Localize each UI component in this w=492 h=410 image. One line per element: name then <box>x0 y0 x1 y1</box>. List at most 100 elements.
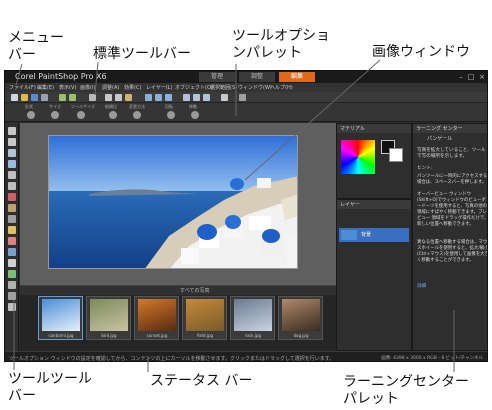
option-move-control[interactable] <box>191 111 199 119</box>
menu-adjust[interactable]: 調整(A) <box>102 84 119 91</box>
organizer-thumbnail[interactable]: field.jpg <box>182 296 227 340</box>
close-icon[interactable]: × <box>478 73 486 81</box>
menu-layers[interactable]: レイヤー(L) <box>146 84 173 91</box>
eraser-tool-icon[interactable] <box>8 237 16 245</box>
organizer-thumbnail[interactable]: sunset.jpg <box>134 296 179 340</box>
callout-learning-center: ラーニングセンター パレット <box>343 374 469 408</box>
copy-icon[interactable] <box>115 94 122 101</box>
organizer-thumbnail[interactable]: bird.jpg <box>86 296 131 340</box>
rotate-icon[interactable] <box>165 94 172 101</box>
new-file-icon[interactable] <box>11 94 18 101</box>
tab-manage[interactable]: 管理 <box>199 72 235 82</box>
santorini-photo <box>49 136 297 268</box>
layers-palette: レイヤー 背景 <box>336 199 412 351</box>
clone-tool-icon[interactable] <box>8 204 16 212</box>
materials-header: マテリアル <box>337 124 411 133</box>
standard-toolbar <box>5 92 487 103</box>
menu-file[interactable]: ファイル(F) <box>9 84 36 91</box>
background-swatch[interactable] <box>389 148 403 162</box>
dropper-tool-icon[interactable] <box>8 303 16 311</box>
option-shape-control[interactable] <box>27 111 35 119</box>
layer-row[interactable]: 背景 <box>339 228 409 242</box>
zoom-in-icon[interactable] <box>183 94 190 101</box>
warp-tool-icon[interactable] <box>8 292 16 300</box>
organizer-thumbnail[interactable]: rock.jpg <box>230 296 275 340</box>
menu-objects[interactable]: オブジェクト(O) <box>175 84 213 91</box>
maximize-icon[interactable]: □ <box>467 73 475 81</box>
option-label-size: サイズ <box>49 104 61 109</box>
tab-adjust[interactable]: 調整 <box>239 72 275 82</box>
learning-center-bullet-1: パンツールに一時的にアクセスする場合は、スペースバーを押します。 <box>417 174 488 185</box>
menu-bar: ファイル(F) 編集(E) 表示(V) 画像(I) 調整(A) 効果(C) レイ… <box>5 83 487 92</box>
learning-center-more-link[interactable]: 詳細 <box>417 284 426 290</box>
organizer-toolbar: すべての写真 <box>20 286 336 295</box>
application-window: Corel PaintShop Pro X6 管理 調整 編集 – □ × ファ… <box>4 70 488 362</box>
option-size-control[interactable] <box>51 111 59 119</box>
shape-tool-icon[interactable] <box>8 270 16 278</box>
tool-options-palette: 形状 サイズ ツールサイズ 縦横比 変更方法 回転 移動 <box>5 103 487 122</box>
save-icon[interactable] <box>31 94 38 101</box>
callout-tool-options: ツールオプショ ンパレット <box>232 28 330 62</box>
thumbnail-image <box>282 299 320 331</box>
scratch-tool-icon[interactable] <box>8 215 16 223</box>
option-method-control[interactable] <box>133 111 141 119</box>
text-tool-icon[interactable] <box>8 259 16 267</box>
minimize-icon[interactable]: – <box>457 73 465 81</box>
menu-selections[interactable]: 選択範囲(S) <box>210 84 237 91</box>
thumbnail-image <box>186 299 224 331</box>
zoom-tool-icon[interactable] <box>8 149 16 157</box>
app-title: Corel PaintShop Pro X6 <box>15 72 107 81</box>
learning-center-hint-label: ヒント: <box>417 166 433 171</box>
flood-fill-icon[interactable] <box>8 248 16 256</box>
menu-window[interactable]: ウィンドウ(W) <box>238 84 272 91</box>
organizer-thumbnail[interactable]: santorini.jpg <box>38 296 83 340</box>
option-tool-size-control[interactable] <box>77 111 85 119</box>
image-window[interactable] <box>48 135 298 269</box>
tools-toolbar <box>5 123 19 351</box>
selection-tool-icon[interactable] <box>8 160 16 168</box>
zoom-out-icon[interactable] <box>193 94 200 101</box>
crop-tool-icon[interactable] <box>8 171 16 179</box>
share-icon[interactable] <box>221 94 228 101</box>
callout-tools-toolbar: ツールツール バー <box>8 371 92 405</box>
callout-tools-toolbar-line2: バー <box>8 388 36 404</box>
option-rotate-control[interactable] <box>167 111 175 119</box>
paint-brush-icon[interactable] <box>8 226 16 234</box>
thumbnail-image <box>138 299 176 331</box>
print-icon[interactable] <box>89 94 96 101</box>
option-aspect-control[interactable] <box>109 111 117 119</box>
paste-icon[interactable] <box>125 94 132 101</box>
organizer-thumbnail[interactable]: dog.jpg <box>278 296 323 340</box>
option-label-aspect: 縦横比 <box>105 104 117 109</box>
color-spectrum[interactable] <box>341 140 375 174</box>
crop-icon[interactable] <box>145 94 152 101</box>
option-label-method: 変更方法 <box>129 104 145 109</box>
menu-help[interactable]: ヘルプ(H) <box>270 84 293 91</box>
learning-center-palette: ラーニング センター パンゲール 写真を拡大していること、ツールで写の場所を示し… <box>412 123 488 351</box>
redo-icon[interactable] <box>69 94 76 101</box>
open-icon[interactable] <box>21 94 28 101</box>
callout-learning-center-line1: ラーニングセンター <box>343 374 469 390</box>
tab-edit[interactable]: 編集 <box>279 72 315 82</box>
undo-icon[interactable] <box>59 94 66 101</box>
callout-standard-toolbar: 標準ツールバー <box>93 46 191 62</box>
option-label-tool-size: ツールサイズ <box>71 104 95 109</box>
thumbnail-name: field.jpg <box>196 333 214 338</box>
menu-edit[interactable]: 編集(E) <box>37 84 54 91</box>
thumbnail-name: rock.jpg <box>245 333 261 338</box>
fit-icon[interactable] <box>203 94 210 101</box>
organizer-collection-label[interactable]: すべての写真 <box>180 287 209 294</box>
cut-icon[interactable] <box>105 94 112 101</box>
pan-tool-icon[interactable] <box>8 138 16 146</box>
menu-effects[interactable]: 効果(C) <box>124 84 141 91</box>
workspace-icon[interactable] <box>239 94 246 101</box>
straighten-tool-icon[interactable] <box>8 182 16 190</box>
pen-tool-icon[interactable] <box>8 281 16 289</box>
thumbnail-name: santorini.jpg <box>48 333 74 338</box>
pick-tool-icon[interactable] <box>8 127 16 135</box>
red-eye-tool-icon[interactable] <box>8 193 16 201</box>
scan-icon[interactable] <box>41 94 48 101</box>
menu-image[interactable]: 画像(I) <box>80 84 95 91</box>
resize-icon[interactable] <box>155 94 162 101</box>
menu-view[interactable]: 表示(V) <box>59 84 76 91</box>
